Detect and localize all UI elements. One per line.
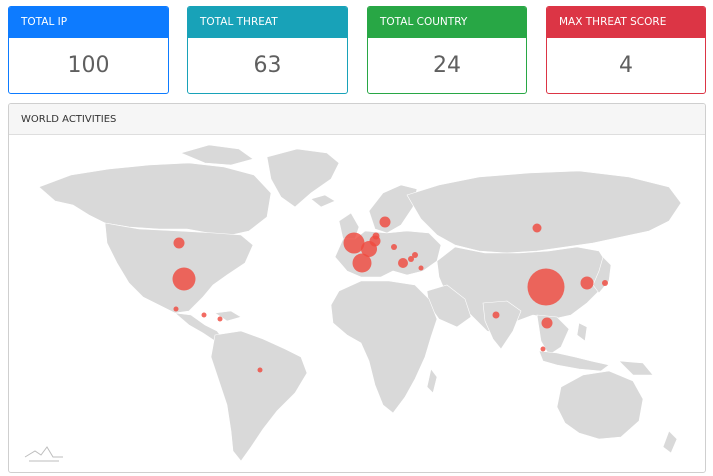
threat-marker[interactable] [352,253,372,273]
stat-label: TOTAL IP [9,7,168,38]
threat-marker[interactable] [398,258,408,268]
threat-marker[interactable] [257,367,263,373]
threat-marker[interactable] [540,346,546,352]
stat-card-max-threat-score: MAX THREAT SCORE 4 [546,6,706,94]
threat-marker[interactable] [541,317,553,329]
landmass-scandinavia [368,184,418,234]
landmass-madagascar [426,368,438,394]
landmass-australia [556,370,644,440]
landmass-new-zealand [662,430,678,454]
threat-marker[interactable] [201,312,207,318]
landmass-indonesia [538,350,610,372]
stat-label: MAX THREAT SCORE [547,7,705,38]
stat-label: TOTAL COUNTRY [368,7,526,38]
threat-marker[interactable] [217,316,223,322]
stat-card-total-ip: TOTAL IP 100 [8,6,169,94]
landmass-north-america-south [104,222,254,314]
stat-value: 63 [253,53,282,78]
threat-marker[interactable] [532,223,542,233]
world-activities-panel: WORLD ACTIVITIES [8,103,706,473]
landmass-asia-north [406,170,682,254]
threat-marker[interactable] [602,280,608,286]
landmasses [38,144,682,462]
threat-marker[interactable] [580,276,594,290]
threat-marker[interactable] [527,268,565,306]
threat-marker[interactable] [492,311,500,319]
stat-value: 4 [619,53,633,78]
threat-marker[interactable] [379,216,391,228]
landmass-africa [330,280,438,414]
landmass-philippines [576,322,588,342]
landmass-south-america [210,330,308,462]
threat-marker[interactable] [412,252,418,258]
threat-marker[interactable] [418,265,424,271]
threat-marker[interactable] [372,232,380,240]
panel-title: WORLD ACTIVITIES [9,104,705,135]
stat-value: 100 [67,53,110,78]
stat-card-total-threat: TOTAL THREAT 63 [187,6,348,94]
landmass-north-america-north [38,162,272,236]
threat-marker[interactable] [173,237,185,249]
map-logo-mark [24,446,63,462]
landmass-new-guinea [618,360,654,376]
stat-value: 24 [433,53,461,78]
threat-marker[interactable] [173,306,179,312]
threat-marker[interactable] [172,267,196,291]
landmass-arctic-islands [180,144,254,166]
landmass-iceland [310,194,336,208]
stat-card-total-country: TOTAL COUNTRY 24 [367,6,527,94]
stat-label: TOTAL THREAT [188,7,347,38]
landmass-india [482,300,522,350]
threat-marker[interactable] [391,244,397,250]
world-map[interactable] [9,135,705,472]
